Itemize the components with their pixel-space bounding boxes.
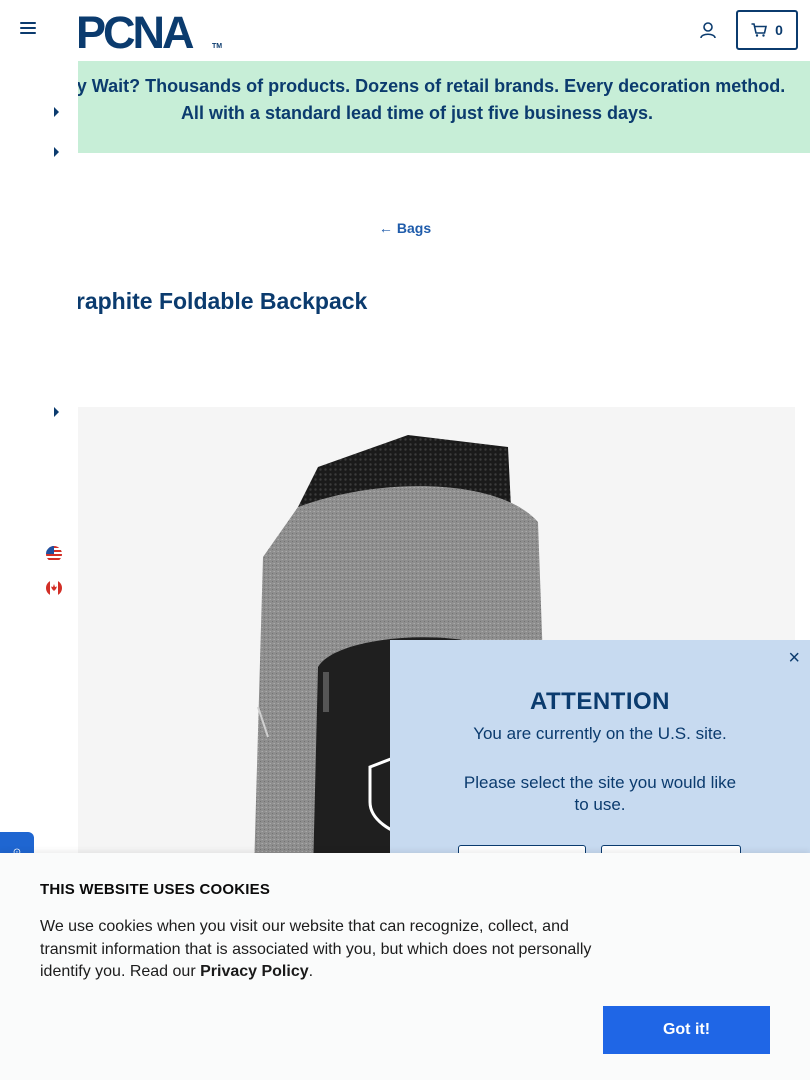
breadcrumb[interactable]: ← Bags <box>0 220 810 236</box>
site-header: PCNA TM 0 <box>0 0 810 60</box>
logo-text: PCNA <box>76 10 194 50</box>
breadcrumb-label: Bags <box>396 220 432 236</box>
us-flag-icon[interactable] <box>46 546 62 562</box>
cart-count: 0 <box>775 22 783 38</box>
arrow-left-icon: ← <box>378 220 393 236</box>
cart-icon <box>751 23 768 37</box>
modal-select-text: Please select the site you would like to… <box>463 773 737 814</box>
cookie-accept-button[interactable]: Got it! <box>603 1006 770 1054</box>
logo-tm: TM <box>212 43 222 50</box>
promo-banner: Why Wait? Thousands of products. Dozens … <box>78 61 810 153</box>
caret-right-icon[interactable] <box>54 147 59 157</box>
side-rail-mask <box>0 280 78 330</box>
cookie-text-body: We use cookies when you visit our websit… <box>40 918 592 980</box>
cookie-text: We use cookies when you visit our websit… <box>40 916 600 984</box>
cookie-text-end: . <box>308 963 314 980</box>
cookie-banner: THIS WEBSITE USES COOKIES We use cookies… <box>0 853 810 1080</box>
cart-button[interactable]: 0 <box>736 10 798 50</box>
user-icon[interactable] <box>699 21 717 39</box>
privacy-policy-link[interactable]: Privacy Policy <box>200 963 309 980</box>
hamburger-icon[interactable] <box>20 22 36 36</box>
caret-right-icon[interactable] <box>54 407 59 417</box>
canada-flag-icon[interactable] <box>46 580 62 596</box>
close-icon[interactable]: × <box>788 648 800 668</box>
caret-right-icon[interactable] <box>54 107 59 117</box>
modal-current-site-text: You are currently on the U.S. site. <box>473 724 727 743</box>
page: PCNA TM 0 Why Wait? Thousands of product… <box>0 0 810 1080</box>
pcna-logo[interactable]: PCNA TM <box>76 10 224 50</box>
modal-heading: ATTENTION <box>529 688 671 715</box>
promo-banner-text: Why Wait? Thousands of products. Dozens … <box>78 76 786 123</box>
product-title: Graphite Foldable Backpack <box>58 288 368 314</box>
cookie-title: THIS WEBSITE USES COOKIES <box>40 881 271 898</box>
